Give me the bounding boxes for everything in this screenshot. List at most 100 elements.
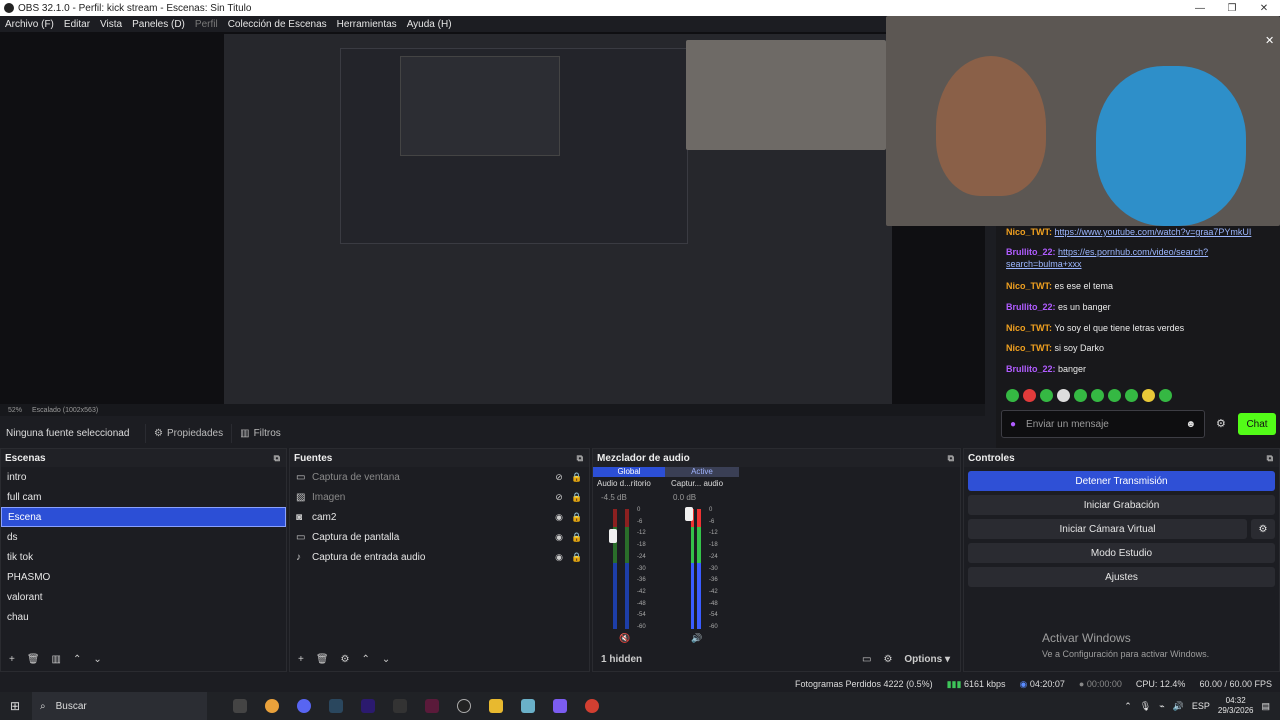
lock-icon[interactable]: 🔒 <box>569 472 585 483</box>
undock-icon[interactable]: ⧉ <box>948 453 954 464</box>
steam-icon[interactable] <box>329 699 343 713</box>
copilot-icon[interactable] <box>553 699 567 713</box>
settings-button[interactable]: Ajustes <box>968 567 1275 587</box>
start-virtual-cam-button[interactable]: Iniciar Cámara Virtual <box>968 519 1247 539</box>
tray-chevron-icon[interactable]: ⌃ <box>1124 701 1132 712</box>
channel2-volume-slider[interactable] <box>685 507 693 521</box>
emote-icon[interactable] <box>1108 389 1121 402</box>
menu-perfil[interactable]: Perfil <box>190 19 223 30</box>
network-icon[interactable]: ⌁ <box>1159 701 1164 712</box>
speaker-icon[interactable]: 🔊 <box>691 633 702 644</box>
menu-vista[interactable]: Vista <box>95 19 127 30</box>
channel1-volume-slider[interactable] <box>609 529 617 543</box>
layout-icon[interactable]: ▭ <box>862 654 871 665</box>
lock-icon[interactable]: 🔒 <box>569 492 585 503</box>
filters-button[interactable]: ▥ Filtros <box>231 423 289 443</box>
clock[interactable]: 04:32 29/3/2026 <box>1218 696 1254 716</box>
scene-item[interactable]: PHASMO <box>1 567 286 587</box>
mixer-tab-global[interactable]: Global <box>593 467 665 477</box>
eye-icon[interactable]: ◉ <box>551 552 567 563</box>
studio-mode-button[interactable]: Modo Estudio <box>968 543 1275 563</box>
maximize-icon[interactable]: ❐ <box>1216 3 1248 14</box>
source-item[interactable]: ▨ Imagen ⊘ 🔒 <box>290 487 589 507</box>
menu-ayuda[interactable]: Ayuda (H) <box>402 19 457 30</box>
mixer-tab-active[interactable]: Active <box>665 467 739 477</box>
eye-icon[interactable]: ◉ <box>551 512 567 523</box>
obs-taskbar-icon[interactable] <box>457 699 471 713</box>
menu-paneles[interactable]: Paneles (D) <box>127 19 190 30</box>
task-view-icon[interactable] <box>233 699 247 713</box>
trash-icon[interactable]: 🗑 <box>316 654 329 665</box>
minimize-icon[interactable]: — <box>1184 3 1216 14</box>
file-explorer-icon[interactable] <box>489 699 503 713</box>
options-dropdown[interactable]: Options ▾ <box>904 654 950 665</box>
properties-button[interactable]: ⚙ Propiedades <box>145 423 231 443</box>
up-arrow-icon[interactable]: ⌃ <box>73 654 81 665</box>
preview-close-icon[interactable]: ✕ <box>1265 34 1274 47</box>
channel2-name[interactable]: Captur... audio <box>671 479 723 488</box>
close-icon[interactable]: ✕ <box>1248 3 1280 14</box>
language-indicator[interactable]: ESP <box>1192 701 1210 711</box>
discord-icon[interactable] <box>297 699 311 713</box>
zoom-level[interactable]: 52% <box>8 407 22 414</box>
down-arrow-icon[interactable]: ⌄ <box>382 654 390 665</box>
stop-stream-button[interactable]: Detener Transmisión <box>968 471 1275 491</box>
gear-icon[interactable]: ⚙ <box>341 654 350 665</box>
start-recording-button[interactable]: Iniciar Grabación <box>968 495 1275 515</box>
emote-icon[interactable] <box>1006 389 1019 402</box>
scene-item[interactable]: ds <box>1 527 286 547</box>
mute-icon[interactable]: 🔇 <box>619 633 630 644</box>
lock-icon[interactable]: 🔒 <box>569 512 585 523</box>
scene-item[interactable]: chau <box>1 607 286 627</box>
scene-item[interactable]: valorant <box>1 587 286 607</box>
trash-icon[interactable]: 🗑 <box>27 654 40 665</box>
microphone-icon[interactable]: 🎙 <box>1140 701 1151 712</box>
virtual-cam-gear-icon[interactable]: ⚙ <box>1251 519 1275 539</box>
windows-start-icon[interactable]: ⊞ <box>10 699 20 713</box>
undock-icon[interactable]: ⧉ <box>274 453 280 464</box>
filter-icon[interactable]: ▥ <box>52 654 61 665</box>
emote-icon[interactable] <box>1057 389 1070 402</box>
emote-icon[interactable] <box>1074 389 1087 402</box>
taskbar-search[interactable]: ⌕ Buscar <box>32 692 207 720</box>
chrome-profile-icon[interactable] <box>585 699 599 713</box>
source-item[interactable]: ▭ Captura de pantalla ◉ 🔒 <box>290 527 589 547</box>
menu-coleccion[interactable]: Colección de Escenas <box>223 19 332 30</box>
source-item[interactable]: ♪ Captura de entrada audio ◉ 🔒 <box>290 547 589 567</box>
notifications-icon[interactable]: ▤ <box>1261 701 1270 712</box>
premiere-icon[interactable] <box>361 699 375 713</box>
emote-icon[interactable] <box>1125 389 1138 402</box>
scene-item[interactable]: intro <box>1 467 286 487</box>
down-arrow-icon[interactable]: ⌄ <box>93 654 101 665</box>
menu-archivo[interactable]: Archivo (F) <box>0 19 59 30</box>
epic-games-icon[interactable] <box>393 699 407 713</box>
emote-icon[interactable] <box>1040 389 1053 402</box>
emote-icon[interactable] <box>1159 389 1172 402</box>
mixer-settings-icon[interactable]: ⚙ <box>883 654 892 665</box>
scene-item[interactable]: full cam <box>1 487 286 507</box>
hidden-count[interactable]: 1 hidden <box>601 654 642 665</box>
chat-settings-gear-icon[interactable]: ⚙ <box>1216 417 1226 430</box>
emote-icon[interactable] <box>1091 389 1104 402</box>
scene-item[interactable]: tik tok <box>1 547 286 567</box>
emoji-icon[interactable]: ☻ <box>1185 419 1196 430</box>
chrome-icon[interactable] <box>265 699 279 713</box>
scene-item[interactable]: Escena <box>1 507 286 527</box>
emote-icon[interactable] <box>1142 389 1155 402</box>
up-arrow-icon[interactable]: ⌃ <box>362 654 370 665</box>
notepad-icon[interactable] <box>521 699 535 713</box>
chat-send-button[interactable]: Chat <box>1238 413 1276 435</box>
chat-input[interactable]: ● Enviar un mensaje ☻ <box>1001 410 1205 438</box>
menu-herramientas[interactable]: Herramientas <box>332 19 402 30</box>
lock-icon[interactable]: 🔒 <box>569 552 585 563</box>
scaling-label[interactable]: Escalado (1002x563) <box>32 407 98 414</box>
vegas-icon[interactable] <box>425 699 439 713</box>
emote-icon[interactable] <box>1023 389 1036 402</box>
eye-icon[interactable]: ◉ <box>551 532 567 543</box>
eye-hidden-icon[interactable]: ⊘ <box>551 492 567 503</box>
source-item[interactable]: ▭ Captura de ventana ⊘ 🔒 <box>290 467 589 487</box>
lock-icon[interactable]: 🔒 <box>569 532 585 543</box>
add-icon[interactable]: + <box>9 654 15 665</box>
undock-icon[interactable]: ⧉ <box>577 453 583 464</box>
volume-icon[interactable]: 🔊 <box>1173 701 1184 712</box>
